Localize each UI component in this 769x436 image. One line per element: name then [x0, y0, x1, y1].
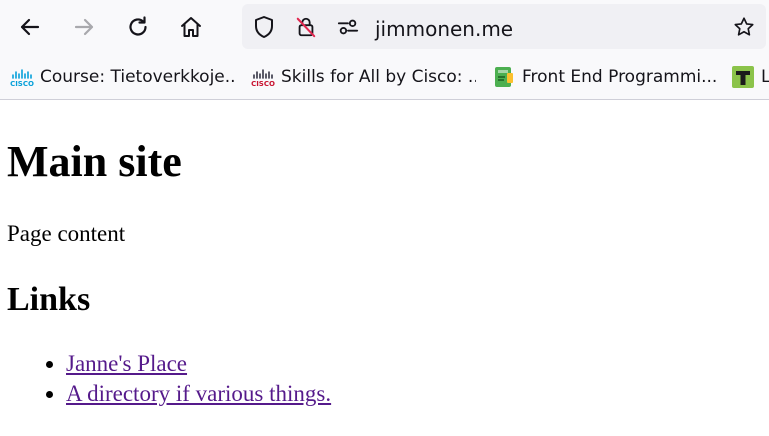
bookmark-item[interactable]: CISCO Course: Tietoverkkoje...: [10, 63, 235, 91]
browser-toolbar: jimmonen.me CISCO Course: Tietoverkkoje.…: [0, 0, 769, 100]
svg-text:CISCO: CISCO: [10, 80, 34, 88]
shield-icon[interactable]: [253, 16, 275, 38]
page-title: Main site: [7, 137, 182, 186]
page-viewport: Main site Page content Links Janne's Pla…: [0, 100, 769, 436]
bookmark-item[interactable]: Front End Programmi...: [492, 63, 717, 91]
bookmarks-toolbar: CISCO Course: Tietoverkkoje... CISCO Ski…: [0, 57, 769, 97]
page-content-text: Page content: [7, 221, 126, 246]
bookmark-label: Skills for All by Cisco: ...: [281, 67, 476, 87]
notebook-favicon: [492, 65, 516, 89]
insecure-lock-icon[interactable]: [295, 16, 317, 38]
permissions-icon[interactable]: [337, 16, 359, 38]
back-button[interactable]: [12, 9, 48, 45]
cisco-favicon: CISCO: [251, 65, 275, 89]
list-item: Janne's Place: [66, 349, 331, 379]
bookmark-item[interactable]: CISCO Skills for All by Cisco: ...: [251, 63, 476, 91]
forward-button[interactable]: [66, 9, 102, 45]
links-heading: Links: [7, 281, 91, 318]
address-bar[interactable]: jimmonen.me: [242, 4, 766, 49]
cisco-favicon: CISCO: [10, 65, 34, 89]
bookmark-item[interactable]: L: [731, 63, 769, 91]
reload-button[interactable]: [120, 9, 156, 45]
url-text[interactable]: jimmonen.me: [375, 17, 513, 41]
star-icon[interactable]: [733, 16, 755, 38]
bookmark-label: Front End Programmi...: [522, 67, 717, 87]
home-icon: [178, 14, 204, 40]
home-button[interactable]: [173, 9, 209, 45]
bookmark-label: L: [761, 67, 769, 87]
link-jannes-place[interactable]: Janne's Place: [66, 351, 187, 376]
svg-text:CISCO: CISCO: [251, 80, 275, 88]
list-item: A directory if various things.: [66, 379, 331, 409]
bookmark-label: Course: Tietoverkkoje...: [40, 67, 235, 87]
t-favicon: [731, 65, 755, 89]
back-arrow-icon: [17, 14, 43, 40]
forward-arrow-icon: [71, 14, 97, 40]
link-directory[interactable]: A directory if various things.: [66, 381, 331, 406]
links-list: Janne's Place A directory if various thi…: [0, 349, 331, 409]
reload-icon: [125, 14, 151, 40]
